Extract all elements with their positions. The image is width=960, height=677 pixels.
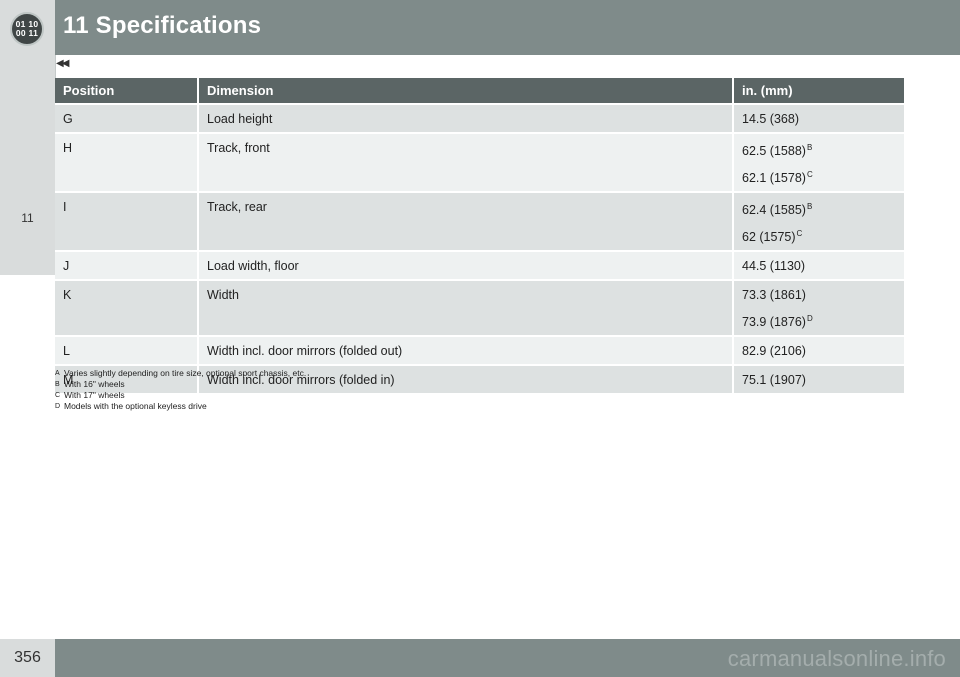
cell-value: 62.4 (1585)B 62 (1575)C	[733, 191, 904, 251]
cell-value: 75.1 (1907)	[733, 364, 904, 393]
cell-position: G	[55, 103, 199, 133]
value-line: 73.9 (1876)D	[742, 312, 896, 329]
value-text: 62 (1575)	[742, 230, 796, 244]
value-text: 62.1 (1578)	[742, 171, 806, 185]
value-text: 73.9 (1876)	[742, 315, 806, 329]
value-text: 44.5 (1130)	[742, 259, 806, 273]
footnote-ref: D	[806, 314, 813, 323]
value-text: 62.4 (1585)	[742, 203, 806, 217]
column-header-dimension: Dimension	[198, 78, 734, 104]
value-text: 82.9 (2106)	[742, 344, 806, 358]
footnote-item: C With 17" wheels	[55, 390, 306, 401]
cell-value: 44.5 (1130)	[733, 250, 904, 280]
footnote-mark: A	[55, 370, 60, 377]
chapter-binary-icon: 01 10 00 11	[10, 12, 44, 46]
cell-position: J	[55, 250, 199, 280]
cell-position: I	[55, 191, 199, 251]
footnote-text: Models with the optional keyless drive	[64, 401, 207, 411]
cell-position: H	[55, 132, 199, 192]
footnote-ref: C	[796, 229, 803, 238]
table-body: G Load height 14.5 (368) H Track, front 62.5 …	[55, 103, 904, 393]
table-row: K Width 73.3 (1861) 73.9 (1876)D	[55, 279, 904, 336]
cell-dimension: Track, front	[198, 132, 734, 192]
chapter-side-tab[interactable]: 11	[0, 55, 55, 275]
cell-dimension: Width incl. door mirrors (folded out)	[198, 335, 734, 365]
table-row: H Track, front 62.5 (1588)B 62.1 (1578)C	[55, 132, 904, 192]
footnote-ref: C	[806, 170, 813, 179]
footnote-mark: C	[55, 392, 61, 399]
page-title: 11 Specifications	[63, 12, 262, 39]
footnote-text: With 17" wheels	[64, 390, 125, 400]
footnote-mark: B	[55, 381, 60, 388]
value-line: 62 (1575)C	[742, 227, 896, 244]
table-row: L Width incl. door mirrors (folded out) 82…	[55, 335, 904, 365]
cell-dimension: Load width, floor	[198, 250, 734, 280]
dimensions-table: Position Dimension in. (mm) G Load height…	[55, 78, 904, 393]
value-line: 44.5 (1130)	[742, 259, 896, 273]
page-number: 356	[14, 649, 41, 666]
value-text: 73.3 (1861)	[742, 288, 806, 302]
value-line: 82.9 (2106)	[742, 344, 896, 358]
cell-value: 73.3 (1861) 73.9 (1876)D	[733, 279, 904, 336]
value-line: 62.4 (1585)B	[742, 200, 896, 217]
column-header-value: in. (mm)	[733, 78, 904, 104]
value-line: 62.5 (1588)B	[742, 141, 896, 158]
column-header-position: Position	[55, 78, 199, 104]
footnote-item: B With 16" wheels	[55, 379, 306, 390]
table-row: I Track, rear 62.4 (1585)B 62 (1575)C	[55, 191, 904, 251]
back-arrows-icon[interactable]: ◀◀	[56, 58, 69, 69]
value-line: 62.1 (1578)C	[742, 168, 896, 185]
footnote-mark: D	[55, 403, 61, 410]
value-line: 14.5 (368)	[742, 112, 896, 126]
chapter-icon-line-2: 00 11	[15, 28, 39, 38]
cell-dimension: Load height	[198, 103, 734, 133]
table-header-row: Position Dimension in. (mm)	[55, 78, 904, 104]
footnote-text: With 16" wheels	[64, 379, 125, 389]
table-row: G Load height 14.5 (368)	[55, 103, 904, 133]
value-text: 75.1 (1907)	[742, 373, 806, 387]
watermark-text: carmanualsonline.info	[727, 646, 946, 671]
cell-value: 14.5 (368)	[733, 103, 904, 133]
side-tab-number: 11	[21, 211, 34, 225]
cell-position: L	[55, 335, 199, 365]
cell-position: K	[55, 279, 199, 336]
footnote-ref: B	[806, 202, 813, 211]
value-line: 73.3 (1861)	[742, 288, 896, 302]
cell-value: 82.9 (2106)	[733, 335, 904, 365]
cell-dimension: Width	[198, 279, 734, 336]
footnote-text: Varies slightly depending on tire size, …	[64, 368, 307, 378]
value-text: 62.5 (1588)	[742, 144, 806, 158]
footnotes: A Varies slightly depending on tire size,…	[55, 368, 306, 412]
table-row: J Load width, floor 44.5 (1130)	[55, 250, 904, 280]
footnote-ref: B	[806, 143, 813, 152]
footnote-item: A Varies slightly depending on tire size,…	[55, 368, 306, 379]
cell-dimension: Track, rear	[198, 191, 734, 251]
value-line: 75.1 (1907)	[742, 373, 896, 387]
cell-value: 62.5 (1588)B 62.1 (1578)C	[733, 132, 904, 192]
footnote-item: D Models with the optional keyless drive	[55, 401, 306, 412]
header-left-block: 01 10 00 11	[0, 0, 55, 55]
value-text: 14.5 (368)	[742, 112, 799, 126]
